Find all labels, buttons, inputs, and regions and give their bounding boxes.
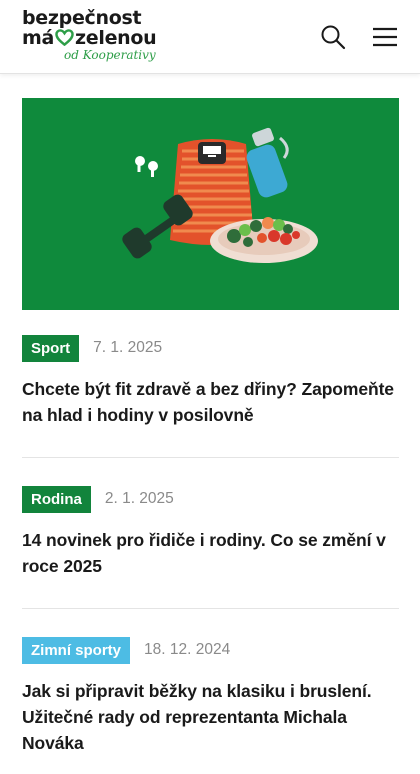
article-date: 7. 1. 2025 [93,339,163,356]
brand-logo[interactable]: bezpečnost má zelenou od Kooperativy [22,7,172,69]
article-meta: Zimní sporty 18. 12. 2024 [22,636,399,664]
logo-line1: bezpečnost [22,7,142,29]
fitness-illustration [122,127,318,263]
article-date: 18. 12. 2024 [144,641,231,658]
heart-icon [55,29,74,46]
menu-button[interactable] [370,22,400,52]
article-date: 2. 1. 2025 [104,490,174,507]
article-hero-image[interactable] [22,98,399,310]
hamburger-menu-icon [373,27,397,47]
article-meta: Rodina 2. 1. 2025 [22,485,399,513]
article-card[interactable]: Sport 7. 1. 2025 Chcete být fit zdravě a… [22,334,399,428]
logo-word-ma: má [22,27,55,49]
article-title[interactable]: 14 novinek pro řidiče i rodiny. Co se zm… [22,527,399,579]
logo-subtitle: od Kooperativy [64,48,156,62]
article-meta: Sport 7. 1. 2025 [22,334,399,362]
water-bottle-icon [246,127,289,198]
search-icon [321,25,346,50]
article-card[interactable]: Zimní sporty 18. 12. 2024 Jak si připrav… [22,636,399,756]
divider [22,457,399,458]
article-card[interactable]: Rodina 2. 1. 2025 14 novinek pro řidiče … [22,485,399,579]
category-tag[interactable]: Zimní sporty [22,636,131,664]
divider [22,608,399,609]
article-title[interactable]: Jak si připravit běžky na klasiku i brus… [22,678,399,756]
article-title[interactable]: Chcete být fit zdravě a bez dřiny? Zapom… [22,376,399,428]
category-tag[interactable]: Rodina [22,485,91,513]
site-header: bezpečnost má zelenou od Kooperativy [0,0,420,74]
search-button[interactable] [318,22,348,52]
logo-word-zelenou: zelenou [75,27,157,49]
category-tag[interactable]: Sport [22,334,80,362]
earbuds-icon [135,156,158,177]
logo-line2: má zelenou [22,27,157,49]
